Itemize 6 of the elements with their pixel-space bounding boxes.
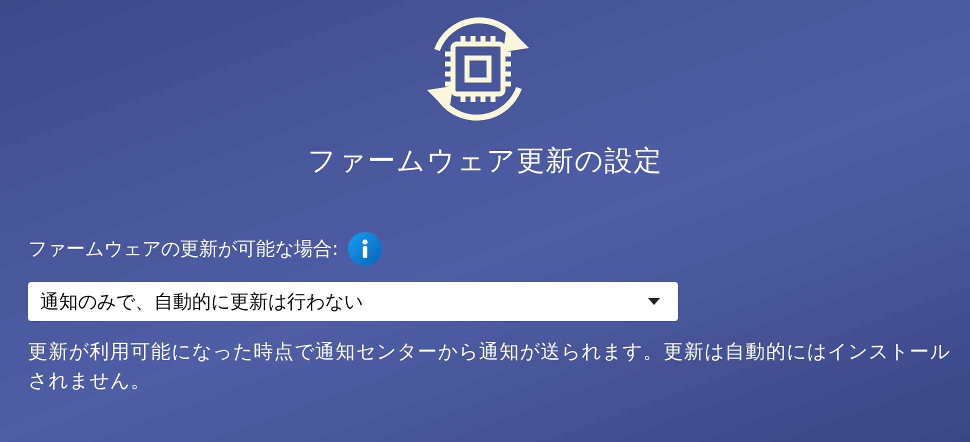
update-mode-dropdown[interactable]: 通知のみで、自動的に更新は行わない bbox=[28, 282, 678, 321]
info-icon[interactable] bbox=[348, 232, 382, 266]
caret-icon bbox=[648, 298, 660, 305]
setting-label: ファームウェアの更新が可能な場合: bbox=[28, 237, 338, 262]
setting-description: 更新が利用可能になった時点で通知センターから通知が送られます。更新は自動的にはインストールされません。 bbox=[28, 339, 952, 394]
page-title: ファームウェア更新の設定 bbox=[308, 143, 662, 179]
